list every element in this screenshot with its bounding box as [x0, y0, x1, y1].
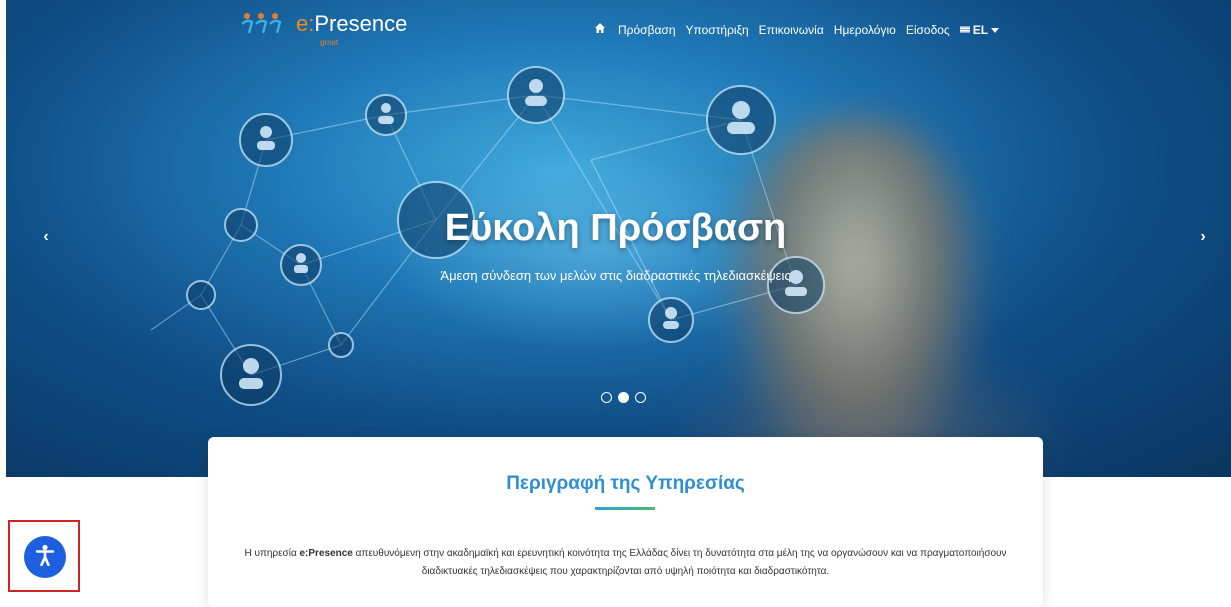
carousel-indicators [601, 392, 646, 403]
logo-figures-icon [240, 12, 290, 38]
slide-title: Εύκολη Πρόσβαση [444, 207, 787, 249]
service-description-card: Περιγραφή της Υπηρεσίας Η υπηρεσία e:Pre… [208, 437, 1043, 607]
top-navbar: e:Presence grnet Πρόσβαση Υποστήριξη Επι… [0, 0, 1231, 60]
carousel-dot-3[interactable] [635, 392, 646, 403]
card-text: Η υπηρεσία e:Presence απευθυνόμενη στην … [244, 548, 1007, 577]
logo-text: e:Presence [296, 11, 408, 36]
chevron-down-icon [991, 23, 1000, 37]
menu-item-login[interactable]: Είσοδος [906, 23, 950, 37]
menu-item-contact[interactable]: Επικοινωνία [759, 23, 824, 37]
slide-subtitle: Άμεση σύνδεση των μελών στις διαδραστικέ… [440, 268, 791, 283]
language-label: EL [972, 22, 989, 37]
carousel-dot-1[interactable] [601, 392, 612, 403]
menu-item-access[interactable]: Πρόσβαση [618, 23, 676, 37]
title-underline [595, 507, 655, 510]
carousel-dot-2[interactable] [618, 392, 629, 403]
menu-item-calendar[interactable]: Ημερολόγιο [834, 23, 896, 37]
language-selector[interactable]: EL [959, 22, 1000, 37]
accessibility-button[interactable] [24, 536, 66, 578]
home-icon[interactable] [594, 22, 606, 37]
main-menu: Πρόσβαση Υποστήριξη Επικοινωνία Ημερολόγ… [594, 22, 1000, 37]
menu-item-support[interactable]: Υποστήριξη [686, 23, 749, 37]
card-title: Περιγραφή της Υπηρεσίας [506, 473, 745, 494]
accessibility-icon [35, 544, 55, 571]
logo[interactable]: e:Presence grnet [240, 11, 408, 47]
logo-subtitle: grnet [320, 38, 339, 47]
service-name: e:Presence [299, 548, 353, 559]
greek-flag-icon [959, 26, 970, 33]
